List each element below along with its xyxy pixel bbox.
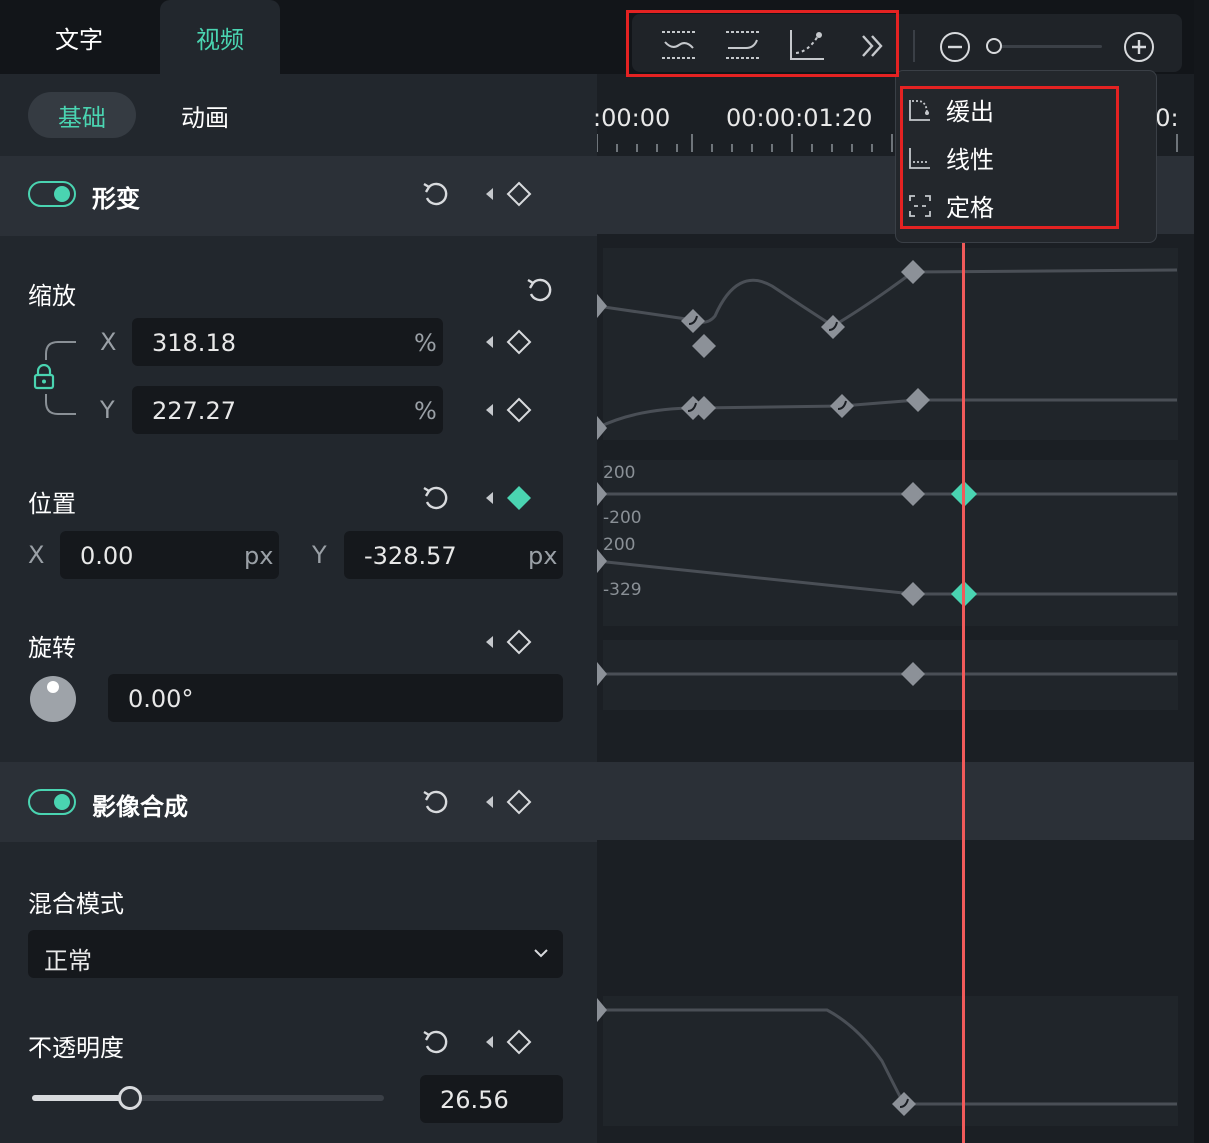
blend-mode-select[interactable] [28, 930, 563, 978]
reset-icon[interactable] [420, 178, 452, 210]
zoom-in-icon[interactable] [1122, 30, 1156, 64]
rotation-label: 旋转 [28, 634, 76, 662]
prev-keyframe-icon[interactable] [483, 186, 495, 202]
compositing-toggle[interactable] [28, 789, 76, 815]
compositing-title: 影像合成 [92, 793, 188, 821]
tab-text[interactable]: 文字 [0, 0, 158, 74]
add-keyframe-icon[interactable] [505, 396, 533, 424]
scale-y-axis-label: Y [100, 396, 115, 424]
prev-keyframe-icon[interactable] [483, 1034, 495, 1050]
position-y-value: -328.57 [364, 542, 457, 570]
add-keyframe-icon[interactable] [505, 628, 533, 656]
reset-icon[interactable] [524, 274, 556, 306]
reset-icon[interactable] [420, 482, 452, 514]
prev-keyframe-icon[interactable] [483, 402, 495, 418]
scale-label: 缩放 [28, 282, 76, 310]
opacity-value: 26.56 [440, 1086, 509, 1114]
zoom-out-icon[interactable] [938, 30, 972, 64]
opacity-slider-fill [32, 1095, 130, 1101]
scale-x-unit: % [414, 329, 437, 357]
position-x-axis-label: X [28, 541, 45, 569]
active-keyframe-icon[interactable] [505, 484, 533, 512]
scale-y-unit: % [414, 397, 437, 425]
tab-video[interactable]: 视频 [160, 0, 280, 74]
lock-icon[interactable] [32, 364, 56, 390]
toolbar-divider [913, 30, 915, 62]
position-y-unit: px [528, 542, 558, 570]
scale-y-value: 227.27 [152, 397, 236, 425]
playhead[interactable] [962, 232, 965, 1143]
add-keyframe-icon[interactable] [505, 328, 533, 356]
position-label: 位置 [28, 490, 76, 518]
vertical-scrollbar[interactable] [1194, 0, 1209, 1143]
transform-title: 形变 [92, 185, 140, 213]
prev-keyframe-icon[interactable] [483, 634, 495, 650]
rotation-value: 0.00° [128, 685, 194, 713]
ruler-time-0: :00:00 [593, 104, 671, 132]
add-keyframe-icon[interactable] [505, 180, 533, 208]
position-x-unit: px [244, 542, 274, 570]
blend-mode-label: 混合模式 [28, 890, 124, 918]
blend-mode-value: 正常 [44, 947, 92, 975]
scale-x-axis-label: X [100, 328, 117, 356]
opacity-label: 不透明度 [28, 1034, 124, 1062]
transform-toggle[interactable] [28, 181, 76, 207]
rotation-dial[interactable] [28, 674, 78, 724]
position-y-axis-label: Y [312, 541, 327, 569]
keyframe-curves [597, 260, 1178, 1116]
ruler-time-1: 00:00:01:20 [726, 104, 873, 132]
prev-keyframe-icon[interactable] [483, 490, 495, 506]
position-x-value: 0.00 [80, 542, 134, 570]
zoom-slider-track[interactable] [994, 45, 1102, 48]
prev-keyframe-icon[interactable] [483, 334, 495, 350]
subtab-basic[interactable]: 基础 [28, 92, 136, 138]
reset-icon[interactable] [420, 1026, 452, 1058]
add-keyframe-icon[interactable] [505, 788, 533, 816]
scale-x-value: 318.18 [152, 329, 236, 357]
toolbar-highlight-box [626, 10, 899, 77]
menu-highlight-box [900, 86, 1119, 229]
prev-keyframe-icon[interactable] [483, 794, 495, 810]
reset-icon[interactable] [420, 786, 452, 818]
chevron-down-icon [534, 949, 548, 958]
add-keyframe-icon[interactable] [505, 1028, 533, 1056]
subtab-animation[interactable]: 动画 [150, 92, 260, 138]
zoom-slider-handle[interactable] [986, 38, 1002, 54]
opacity-slider-handle[interactable] [118, 1086, 142, 1110]
